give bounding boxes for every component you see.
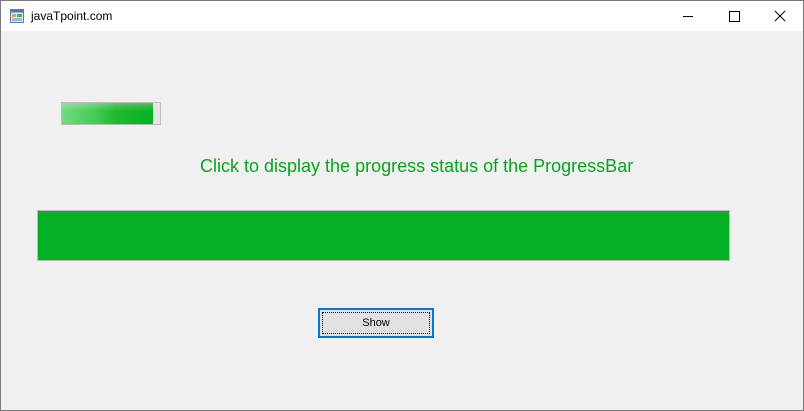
maximize-button[interactable] xyxy=(711,1,757,31)
small-progress-bar xyxy=(61,102,161,125)
app-window: javaTpoint.com Click to display the prog… xyxy=(0,0,804,411)
title-bar[interactable]: javaTpoint.com xyxy=(1,1,803,31)
form-app-icon[interactable] xyxy=(10,9,24,23)
show-button-label: Show xyxy=(362,317,390,329)
progress-status-label: Click to display the progress status of … xyxy=(200,156,634,176)
close-button[interactable] xyxy=(757,1,803,31)
small-progress-fill xyxy=(62,103,154,124)
minimize-button[interactable] xyxy=(665,1,711,31)
show-button[interactable]: Show xyxy=(318,308,434,338)
large-progress-fill xyxy=(38,211,729,260)
window-title: javaTpoint.com xyxy=(31,9,113,23)
large-progress-bar xyxy=(37,210,730,261)
